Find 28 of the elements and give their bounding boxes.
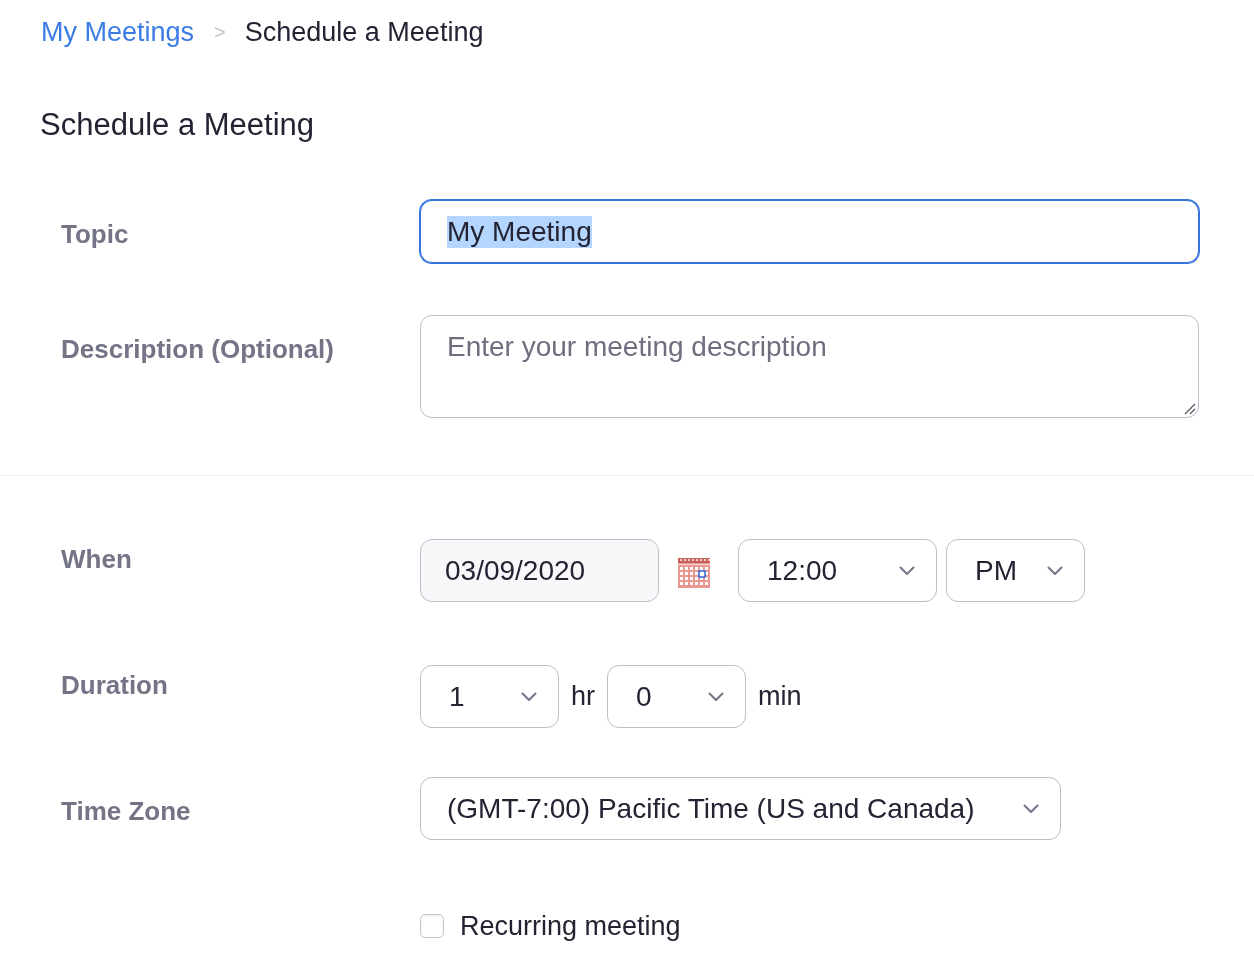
time-select[interactable]: 12:00 [738, 539, 937, 602]
unit-label: min [758, 681, 802, 712]
field-label: Duration [61, 669, 169, 702]
chevron-icon [708, 691, 724, 702]
page-title: Schedule a Meeting [40, 106, 315, 144]
field-label: Description (Optional) [61, 333, 335, 366]
breadcrumb-separator: > [214, 20, 226, 45]
unit-label: hr [571, 681, 595, 712]
checkbox[interactable] [420, 914, 444, 938]
date-field[interactable]: 03/09/2020 [420, 539, 659, 602]
checkbox-label[interactable]: Recurring meeting [460, 910, 681, 942]
field-label: Topic [61, 218, 130, 251]
minutes-select[interactable]: 0 [607, 665, 746, 728]
am-pm-select[interactable]: PM [946, 539, 1085, 602]
chevron-icon [899, 565, 915, 576]
field-label: Time Zone [61, 795, 192, 828]
chevron-icon [1023, 803, 1039, 814]
breadcrumb-link[interactable]: My Meetings [41, 15, 195, 49]
chevron-icon [521, 691, 537, 702]
topic-field[interactable]: My Meeting [420, 200, 1199, 263]
time-zone-select[interactable]: (GMT-7:00) Pacific Time (US and Canada) [420, 777, 1061, 840]
chevron-icon [1047, 565, 1063, 576]
description-field[interactable]: Enter your meeting description [420, 315, 1199, 418]
hours-select[interactable]: 1 [420, 665, 559, 728]
calendar-icon[interactable] [678, 557, 710, 588]
field-label: When [61, 543, 133, 576]
resize-grip-icon[interactable] [1184, 403, 1196, 415]
breadcrumb-current: Schedule a Meeting [244, 16, 484, 49]
